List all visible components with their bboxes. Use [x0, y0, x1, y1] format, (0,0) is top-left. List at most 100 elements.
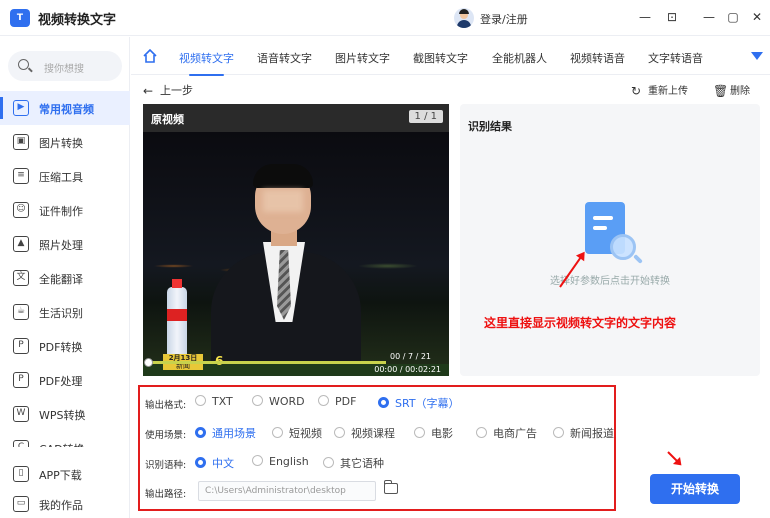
magnifier-icon — [610, 234, 636, 260]
radio-icon[interactable] — [476, 427, 487, 438]
original-video-panel: 原视频 1 / 1 2月13日新闻 6 00 / 7 / 21 00:00 / … — [143, 104, 449, 376]
radio-icon[interactable] — [318, 395, 329, 406]
tab-6[interactable]: 文字转语音 — [648, 50, 703, 66]
path-label: 输出路径: — [145, 489, 187, 500]
pdf-convert-icon: P — [13, 338, 29, 354]
radio-icon[interactable] — [553, 427, 564, 438]
tab-bar: 视频转文字 语音转文字 图片转文字 截图转文字 全能机器人 视频转语音 文字转语音 — [131, 37, 770, 76]
search-icon — [18, 59, 29, 70]
sidebar-item-label: 证件制作 — [39, 205, 83, 218]
radio-icon[interactable] — [378, 397, 389, 408]
pdf-process-icon: P — [13, 372, 29, 388]
sidebar-item-label: 我的作品 — [39, 499, 83, 512]
annotation-text: 这里直接显示视频转文字的文字内容 — [484, 316, 677, 330]
start-convert-button[interactable]: 开始转换 — [650, 474, 740, 504]
video-preview[interactable]: 2月13日新闻 6 00 / 7 / 21 00:00 / 00:02:21 — [143, 132, 449, 376]
radio-icon[interactable] — [195, 395, 206, 406]
search-placeholder: 搜你想搜 — [44, 64, 84, 75]
tab-3[interactable]: 截图转文字 — [413, 50, 468, 66]
sidebar-bottom-item-0[interactable]: ▯ APP下载 — [0, 457, 130, 487]
sidebar-item-label: PDF转换 — [39, 341, 83, 354]
tab-0[interactable]: 视频转文字 — [179, 50, 234, 76]
maximize-icon[interactable]: ▢ — [724, 8, 742, 26]
sidebar-item-1[interactable]: ▣ 图片转换 — [0, 125, 130, 159]
format-option-3[interactable]: SRT（字幕） — [378, 395, 460, 411]
language-option-1[interactable]: English — [252, 455, 309, 468]
language-option-0[interactable]: 中文 — [195, 455, 234, 471]
format-row: 输出格式: TXT WORD PDF SRT（字幕） — [140, 392, 616, 414]
format-option-1[interactable]: WORD — [252, 395, 305, 408]
sidebar-item-label: PDF处理 — [39, 375, 83, 388]
radio-icon[interactable] — [272, 427, 283, 438]
radio-icon[interactable] — [323, 457, 334, 468]
sidebar-item-label: APP下载 — [39, 469, 82, 482]
id-photo-icon: ☺ — [13, 202, 29, 218]
language-label: 识别语种: — [145, 460, 187, 471]
format-option-2[interactable]: PDF — [318, 395, 356, 408]
user-avatar[interactable] — [454, 8, 474, 28]
sidebar-item-0[interactable]: ▶ 常用视音频 — [0, 91, 130, 125]
tab-2[interactable]: 图片转文字 — [335, 50, 390, 66]
folder-icon[interactable] — [384, 480, 398, 494]
sidebar-item-9[interactable]: W WPS转换 — [0, 397, 130, 431]
minimize-button-icon[interactable]: — — [700, 8, 718, 26]
video-audio-icon: ▶ — [13, 100, 29, 116]
login-register-link[interactable]: 登录/注册 — [480, 11, 528, 27]
sidebar-item-6[interactable]: ☕ 生活识别 — [0, 295, 130, 329]
progress-knob[interactable] — [144, 358, 153, 367]
radio-icon[interactable] — [252, 455, 263, 466]
water-bottle — [167, 279, 187, 357]
path-row: 输出路径: C:\Users\Administrator\desktop — [140, 480, 616, 503]
back-button[interactable]: ← 上一步 — [143, 82, 193, 98]
scene-option-0[interactable]: 通用场景 — [195, 425, 256, 441]
image-convert-icon: ▣ — [13, 134, 29, 150]
scene-option-2[interactable]: 视频课程 — [334, 425, 395, 441]
tab-1[interactable]: 语音转文字 — [257, 50, 312, 66]
video-progress-bar[interactable] — [144, 358, 386, 367]
output-path-input[interactable]: C:\Users\Administrator\desktop — [198, 481, 376, 501]
radio-icon[interactable] — [414, 427, 425, 438]
sidebar-nav: ▶ 常用视音频 ▣ 图片转换 ≡ 压缩工具 ☺ 证件制作 ▲ 照片处理文全能翻译 ☕ 生活识别 P PDF… — [0, 91, 130, 447]
tab-5[interactable]: 视频转语音 — [570, 50, 625, 66]
scene-option-5[interactable]: 新闻报道 — [553, 425, 614, 441]
close-icon[interactable]: ✕ — [748, 8, 766, 26]
scene-option-3[interactable]: 电影 — [414, 425, 453, 441]
language-option-2[interactable]: 其它语种 — [323, 455, 384, 471]
sidebar-item-label: 图片转换 — [39, 137, 83, 150]
tab-4[interactable]: 全能机器人 — [492, 50, 547, 66]
phone-icon: ▯ — [13, 466, 29, 482]
reupload-button[interactable]: ↻ 重新上传 — [631, 82, 688, 98]
radio-icon[interactable] — [334, 427, 345, 438]
sidebar-bottom-nav: ▯ APP下载 ▭ 我的作品 — [0, 457, 130, 517]
video-page-counter: 1 / 1 — [408, 110, 443, 123]
sidebar-item-label: 常用视音频 — [39, 103, 94, 116]
main-area: 视频转文字 语音转文字 图片转文字 截图转文字 全能机器人 视频转语音 文字转语音 ← 上一步… — [131, 37, 770, 518]
sidebar-item-2[interactable]: ≡ 压缩工具 — [0, 159, 130, 193]
wps-icon: W — [13, 406, 29, 422]
more-tabs-icon[interactable] — [751, 52, 763, 60]
title-bar: T 视频转换文字 登录/注册 — ⊡ — ▢ ✕ — [0, 0, 770, 36]
sidebar-item-label: WPS转换 — [39, 409, 86, 422]
format-option-0[interactable]: TXT — [195, 395, 233, 408]
delete-button[interactable]: 🗑 删除 — [713, 82, 750, 98]
scene-option-4[interactable]: 电商广告 — [476, 425, 537, 441]
sidebar-item-8[interactable]: P PDF处理 — [0, 363, 130, 397]
video-title: 原视频 — [151, 113, 184, 126]
radio-icon[interactable] — [195, 457, 206, 468]
screenshot-icon[interactable]: ⊡ — [663, 8, 681, 26]
home-icon[interactable] — [143, 49, 157, 63]
sidebar-bottom-item-1[interactable]: ▭ 我的作品 — [0, 487, 130, 517]
radio-icon[interactable] — [195, 427, 206, 438]
sidebar-item-3[interactable]: ☺ 证件制作 — [0, 193, 130, 227]
sidebar-item-7[interactable]: P PDF转换 — [0, 329, 130, 363]
minimize-icon[interactable]: — — [636, 8, 654, 26]
scene-label: 使用场景: — [145, 430, 187, 441]
sidebar-item-10[interactable]: C CAD转换 — [0, 431, 130, 447]
app-logo-icon: T — [10, 9, 30, 27]
sidebar-item-5[interactable]: 文全能翻译 — [0, 261, 130, 295]
search-input[interactable]: 搜你想搜 — [8, 51, 122, 81]
video-header: 原视频 1 / 1 — [143, 104, 449, 132]
radio-icon[interactable] — [252, 395, 263, 406]
sidebar-item-4[interactable]: ▲ 照片处理 — [0, 227, 130, 261]
scene-option-1[interactable]: 短视频 — [272, 425, 322, 441]
